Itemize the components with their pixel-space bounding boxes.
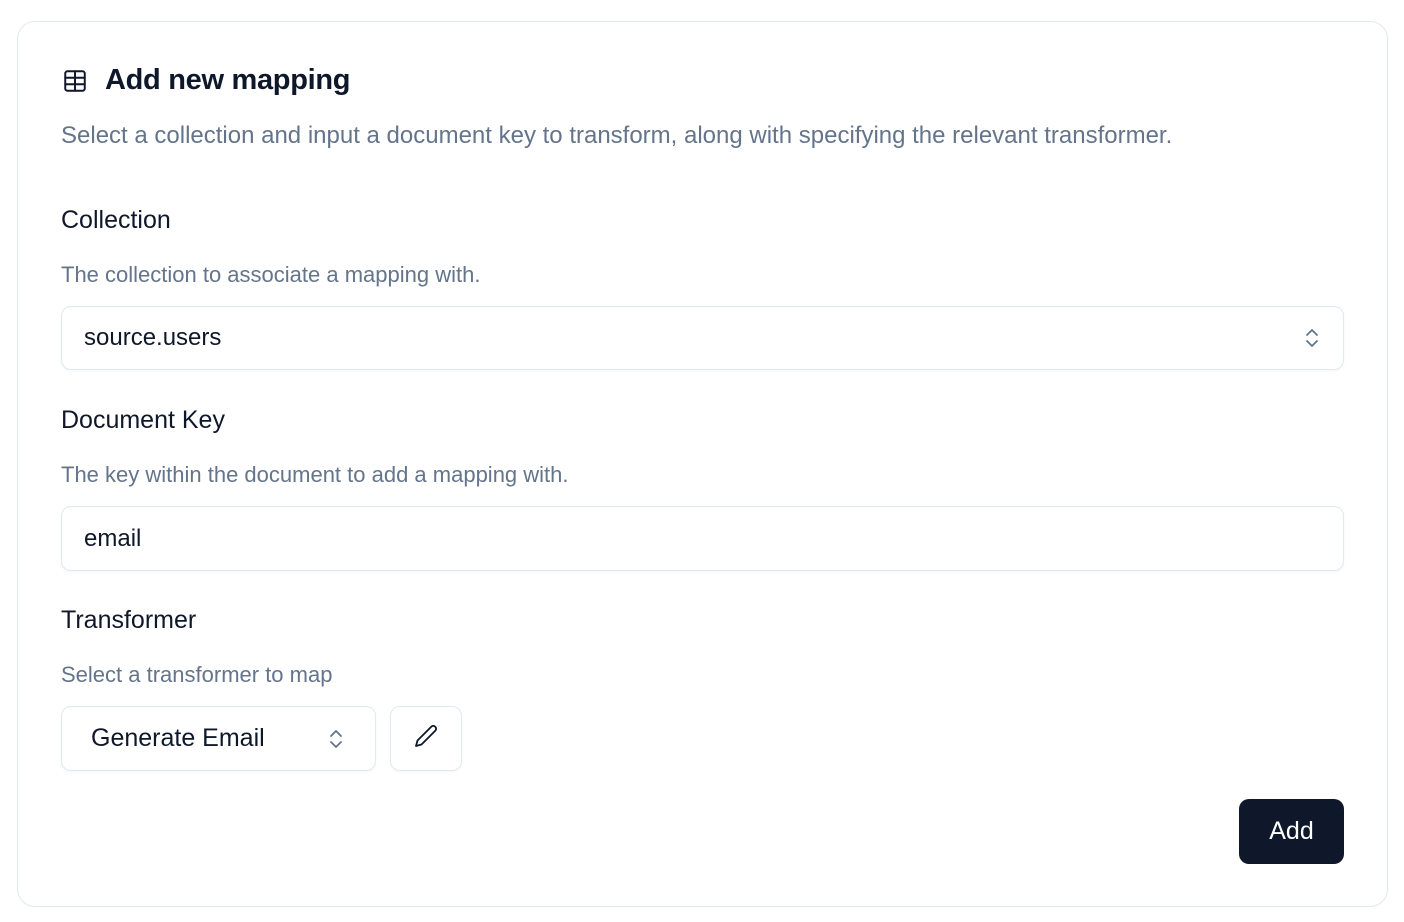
card-header: Add new mapping (61, 64, 351, 97)
table-icon (61, 67, 89, 95)
collection-select[interactable]: source.users (61, 306, 1344, 370)
pencil-icon (414, 724, 438, 753)
transformer-description: Select a transformer to map (61, 662, 333, 687)
add-mapping-card: Add new mapping Select a collection and … (17, 21, 1388, 907)
card-title: Add new mapping (105, 64, 351, 96)
collection-label: Collection (61, 206, 171, 234)
add-button[interactable]: Add (1239, 799, 1344, 864)
edit-transformer-button[interactable] (390, 706, 462, 771)
collection-description: The collection to associate a mapping wi… (61, 262, 481, 287)
chevron-up-down-icon (1303, 326, 1321, 350)
document-key-input[interactable]: email (61, 506, 1344, 571)
card-subtitle: Select a collection and input a document… (61, 122, 1173, 149)
transformer-label: Transformer (61, 606, 197, 634)
transformer-select[interactable]: Generate Email (61, 706, 376, 771)
document-key-description: The key within the document to add a map… (61, 462, 569, 487)
collection-select-value: source.users (84, 324, 222, 351)
document-key-label: Document Key (61, 406, 225, 434)
transformer-select-value: Generate Email (91, 724, 265, 752)
document-key-input-value: email (84, 524, 142, 552)
chevron-up-down-icon (327, 727, 345, 751)
